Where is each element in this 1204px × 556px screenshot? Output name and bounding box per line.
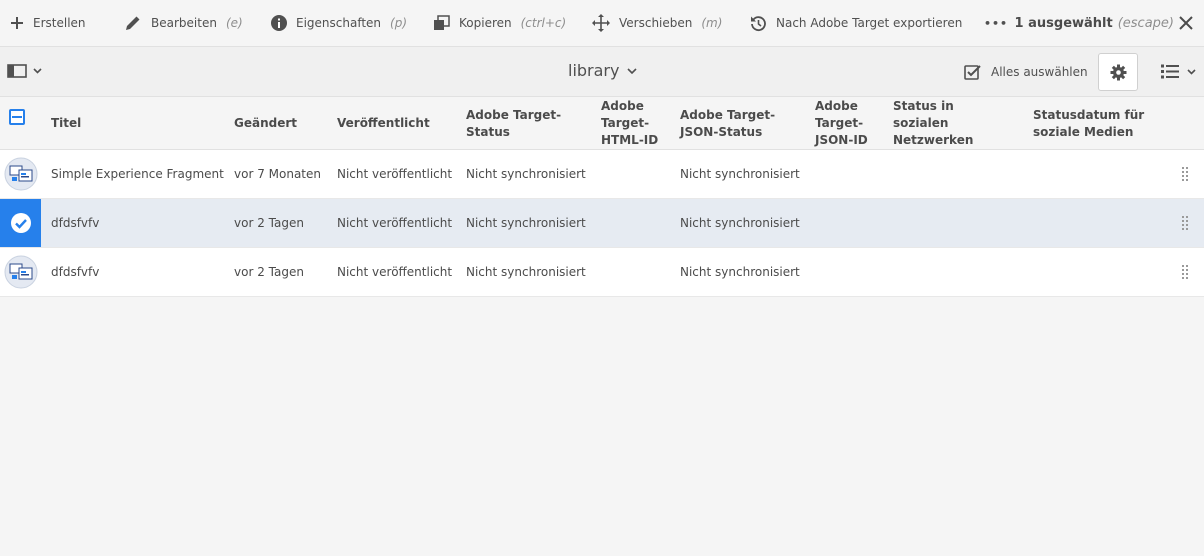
row-thumbnail[interactable] — [0, 150, 41, 198]
edit-shortcut: (e) — [225, 16, 243, 30]
selection-info: 1 ausgewählt (escape) — [1015, 0, 1174, 46]
more-icon: ••• — [984, 16, 1009, 30]
table-row[interactable]: dfdsfvfv vor 2 Tagen Nicht veröffentlich… — [0, 248, 1204, 297]
export-icon — [751, 15, 766, 31]
cell-published: Nicht veröffentlicht — [337, 167, 453, 181]
cell-target-status: Nicht synchronisiert — [466, 167, 586, 181]
chevron-down-icon — [33, 68, 42, 74]
checkbox-checked-icon — [964, 65, 981, 80]
cell-title: Simple Experience Fragment — [51, 167, 224, 181]
chevron-down-icon — [627, 67, 638, 74]
cell-target-json-status: Nicht synchronisiert — [680, 167, 800, 181]
selection-count: 1 ausgewählt — [1014, 15, 1113, 31]
column-header-social-date[interactable]: Statusdatum für soziale Medien — [1033, 97, 1153, 150]
rail-toggle-button[interactable] — [7, 63, 42, 79]
create-button[interactable]: Erstellen — [10, 0, 86, 46]
properties-button[interactable]: Eigenschaften (p) — [271, 0, 407, 46]
drag-handle-icon[interactable] — [1181, 264, 1189, 280]
select-all-checkbox[interactable] — [9, 109, 25, 125]
edit-button[interactable]: Bearbeiten (e) — [124, 0, 243, 46]
experience-fragment-icon — [4, 255, 37, 289]
cell-target-status: Nicht synchronisiert — [466, 216, 586, 230]
copy-icon — [434, 15, 450, 30]
column-header-target-status[interactable]: Adobe Target-Status — [466, 97, 594, 150]
create-label: Erstellen — [33, 16, 86, 30]
drag-handle-icon[interactable] — [1181, 166, 1189, 182]
copy-label: Kopieren — [459, 16, 512, 30]
select-all-button[interactable]: Alles auswählen — [964, 64, 1088, 80]
cell-modified: vor 2 Tagen — [234, 265, 304, 279]
column-header-published[interactable]: Veröffentlicht — [337, 97, 457, 150]
table-row[interactable]: dfdsfvfv vor 2 Tagen Nicht veröffentlich… — [0, 199, 1204, 248]
column-header-modified[interactable]: Geändert — [234, 97, 329, 150]
cell-published: Nicht veröffentlicht — [337, 216, 453, 230]
column-header-title[interactable]: Titel — [51, 97, 221, 150]
list-view-icon — [1161, 64, 1179, 79]
copy-shortcut: (ctrl+c) — [520, 16, 567, 30]
column-header-social-status[interactable]: Status in sozialen Netzwerken — [893, 97, 1013, 150]
info-icon — [271, 15, 287, 31]
move-shortcut: (m) — [701, 16, 723, 30]
drag-handle-icon[interactable] — [1181, 215, 1189, 231]
view-toolbar: library Alles auswählen — [0, 47, 1204, 97]
export-target-button[interactable]: Nach Adobe Target exportieren — [750, 0, 962, 46]
cell-modified: vor 7 Monaten — [234, 167, 321, 181]
column-header-target-html-id[interactable]: Adobe Target-HTML-ID — [601, 97, 659, 150]
export-label: Nach Adobe Target exportieren — [776, 16, 963, 30]
cell-published: Nicht veröffentlicht — [337, 265, 453, 279]
experience-fragment-icon — [4, 157, 37, 191]
properties-label: Eigenschaften — [296, 16, 382, 30]
close-icon[interactable] — [1178, 15, 1194, 31]
cell-title: dfdsfvfv — [51, 216, 100, 230]
edit-label: Bearbeiten — [151, 16, 217, 30]
indeterminate-icon — [12, 116, 22, 118]
breadcrumb-title[interactable]: library — [568, 61, 638, 80]
cell-target-status: Nicht synchronisiert — [466, 265, 586, 279]
side-panel-icon — [7, 64, 27, 78]
checkmark-circle-icon — [10, 213, 31, 233]
select-all-label: Alles auswählen — [991, 65, 1088, 79]
settings-button[interactable] — [1098, 53, 1138, 91]
column-header-target-json-status[interactable]: Adobe Target-JSON-Status — [680, 97, 800, 150]
table-row[interactable]: Simple Experience Fragment vor 7 Monaten… — [0, 150, 1204, 199]
plus-icon — [11, 17, 23, 29]
cell-target-json-status: Nicht synchronisiert — [680, 216, 800, 230]
page-title: library — [568, 61, 620, 80]
table-header: Titel Geändert Veröffentlicht Adobe Targ… — [0, 97, 1204, 150]
selection-shortcut: (escape) — [1117, 15, 1174, 31]
cell-target-json-status: Nicht synchronisiert — [680, 265, 800, 279]
row-thumbnail[interactable] — [0, 248, 41, 296]
view-switcher-button[interactable] — [1161, 64, 1196, 79]
cell-modified: vor 2 Tagen — [234, 216, 304, 230]
row-thumbnail[interactable] — [0, 199, 41, 247]
action-bar: Erstellen Bearbeiten (e) Eigenschaften (… — [0, 0, 1204, 47]
chevron-down-icon — [1187, 68, 1196, 75]
copy-button[interactable]: Kopieren (ctrl+c) — [433, 0, 566, 46]
gear-icon — [1110, 64, 1126, 80]
pencil-icon — [126, 16, 140, 30]
column-header-target-json-id[interactable]: Adobe Target-JSON-ID — [815, 97, 871, 150]
properties-shortcut: (p) — [390, 16, 408, 30]
cell-title: dfdsfvfv — [51, 265, 100, 279]
move-button[interactable]: Verschieben (m) — [592, 0, 722, 46]
more-actions-button[interactable]: ••• — [984, 0, 1008, 46]
move-icon — [592, 14, 610, 32]
move-label: Verschieben — [619, 16, 693, 30]
